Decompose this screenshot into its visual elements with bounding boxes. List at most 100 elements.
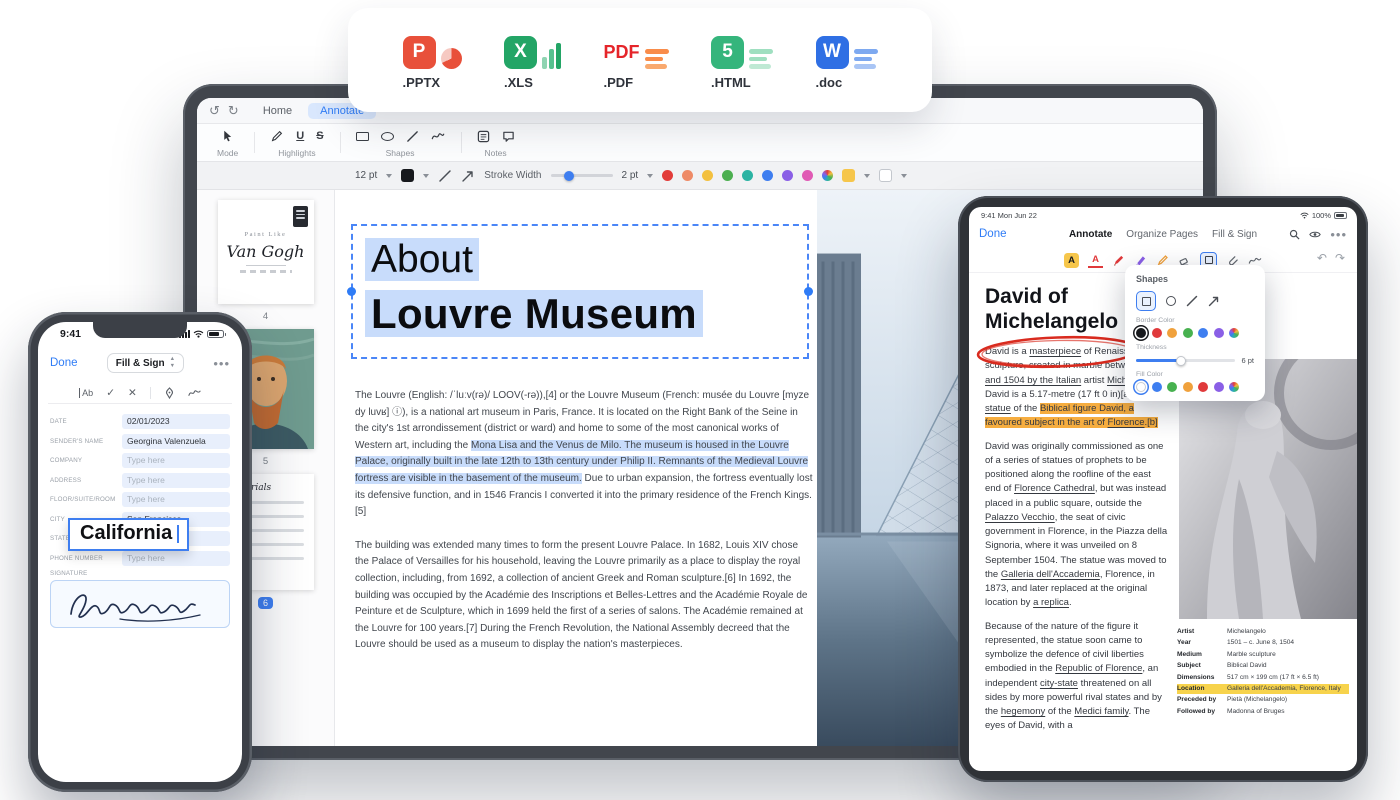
mode-selector[interactable]: Fill & Sign ▲▼ [107, 353, 184, 373]
fill-color-wheel-icon[interactable] [1229, 382, 1239, 392]
undo-icon[interactable]: ↺ [209, 104, 220, 117]
thickness-slider-knob[interactable] [1176, 356, 1186, 366]
pen-nib-tool-icon[interactable] [164, 387, 175, 399]
rectangle-tool-icon[interactable] [356, 132, 369, 141]
ipad-more-icon[interactable]: ••• [1330, 227, 1347, 242]
ipad-tab-organize-pages[interactable]: Organize Pages [1126, 229, 1198, 240]
selection-handle-right[interactable] [804, 287, 813, 296]
arrow-shape-option[interactable] [1208, 295, 1220, 307]
xls-icon: X [504, 36, 537, 69]
fill-color-red[interactable] [1198, 382, 1208, 392]
palette-color-red[interactable] [662, 170, 673, 181]
iphone-more-icon[interactable]: ••• [213, 356, 230, 371]
thickness-slider[interactable] [1136, 359, 1235, 362]
palette-color-yellow[interactable] [702, 170, 713, 181]
border-color-orange[interactable] [1167, 328, 1177, 338]
address-field[interactable]: Type here [122, 473, 230, 488]
fill-color-green[interactable] [1167, 382, 1177, 392]
border-color-purple[interactable] [1214, 328, 1224, 338]
border-color-red[interactable] [1152, 328, 1162, 338]
strikethrough-tool-icon[interactable]: S [316, 130, 323, 142]
font-size-value[interactable]: 12 pt [355, 170, 377, 181]
highlight-color-chevron-icon[interactable] [864, 174, 870, 178]
ink-color-chevron-icon[interactable] [423, 174, 429, 178]
palette-color-magenta[interactable] [802, 170, 813, 181]
comment-icon[interactable] [502, 130, 515, 143]
circle-shape-option[interactable] [1166, 296, 1176, 306]
fill-color-swatch[interactable] [879, 169, 892, 182]
freehand-tool-icon[interactable] [431, 130, 445, 142]
title-selection-box[interactable]: About Louvre Museum [351, 224, 809, 359]
note-icon[interactable] [477, 130, 490, 143]
selection-handle-left[interactable] [347, 287, 356, 296]
highlighter-icon[interactable] [270, 129, 284, 143]
battery-percent: 100% [1312, 211, 1331, 220]
eye-icon[interactable] [1309, 230, 1321, 239]
page-thumbnail-cover[interactable]: Paint Like Van Gogh [218, 200, 314, 304]
fill-color-orange[interactable] [1183, 382, 1193, 392]
border-color-green[interactable] [1183, 328, 1193, 338]
floor-suite-room-field[interactable]: Type here [122, 492, 230, 507]
search-icon[interactable] [1289, 229, 1300, 240]
border-color-black-selected[interactable] [1136, 328, 1146, 338]
fill-color-purple[interactable] [1214, 382, 1224, 392]
cover-title: Van Gogh [227, 242, 305, 261]
date-field[interactable]: 02/01/2023 [122, 414, 230, 429]
text-field-tool-icon[interactable]: Ab [79, 388, 93, 398]
stroke-width-slider[interactable] [551, 174, 613, 177]
ink-color-swatch[interactable] [401, 169, 414, 182]
iphone-done-button[interactable]: Done [50, 357, 78, 369]
stroke-width-value[interactable]: 2 pt [622, 170, 639, 181]
text-color-tool-icon[interactable]: A [1088, 253, 1103, 268]
phone-number-field[interactable]: Type here [122, 551, 230, 566]
fill-color-none-selected[interactable] [1136, 382, 1146, 392]
palette-color-coral[interactable] [682, 170, 693, 181]
palette-color-blue[interactable] [762, 170, 773, 181]
sender-name-field[interactable]: Georgina Valenzuela [122, 434, 230, 449]
ipad-redo-icon[interactable]: ↷ [1335, 252, 1345, 264]
ipad-tab-annotate[interactable]: Annotate [1069, 229, 1112, 240]
david-title: David of Michelangelo [985, 285, 1118, 335]
palette-color-green[interactable] [722, 170, 733, 181]
fill-color-blue[interactable] [1152, 382, 1162, 392]
highlight-text-tool-icon[interactable]: A [1064, 253, 1079, 268]
cursor-icon[interactable] [221, 129, 234, 143]
shapes-popover-title: Shapes [1136, 274, 1254, 284]
palette-color-teal[interactable] [742, 170, 753, 181]
ipad-done-button[interactable]: Done [979, 228, 1007, 240]
tab-home[interactable]: Home [263, 105, 292, 117]
stroke-width-chevron-icon[interactable] [647, 174, 653, 178]
underline-tool-icon[interactable]: U [296, 130, 304, 142]
mode-group[interactable]: Mode [201, 124, 254, 161]
signature-tool-icon[interactable] [1248, 255, 1262, 266]
pdf-label: .PDF [604, 75, 634, 90]
line-tool-icon[interactable] [406, 130, 419, 143]
redo-icon[interactable]: ↻ [228, 104, 239, 117]
square-shape-option-selected[interactable] [1136, 291, 1156, 311]
california-text-annotation[interactable]: California [68, 518, 189, 551]
page-number-5: 5 [263, 456, 268, 467]
cross-tool-icon[interactable]: ✕ [128, 387, 137, 399]
ellipse-tool-icon[interactable] [381, 132, 394, 141]
bar-chart-icon [542, 43, 561, 69]
line-shape-option[interactable] [1186, 295, 1198, 307]
border-color-wheel-icon[interactable] [1229, 328, 1239, 338]
highlight-color-swatch[interactable] [842, 169, 855, 182]
ipad-undo-icon[interactable]: ↶ [1317, 252, 1327, 264]
checkmark-tool-icon[interactable]: ✓ [106, 387, 115, 399]
stroke-width-slider-knob[interactable] [564, 171, 574, 181]
custom-color-wheel-icon[interactable] [822, 170, 833, 181]
pen-tool-icon[interactable] [1112, 254, 1125, 267]
meta-row: Dimensions517 cm × 199 cm (17 ft × 6.5 f… [1177, 673, 1349, 683]
signature-box[interactable] [50, 580, 230, 628]
fill-color-chevron-icon[interactable] [901, 174, 907, 178]
arrow-style-icon[interactable] [461, 169, 475, 183]
iphone-screen: 9:41 Done Fill & Sign ▲▼ ••• Ab [38, 322, 242, 782]
line-style-icon[interactable] [438, 169, 452, 183]
border-color-blue[interactable] [1198, 328, 1208, 338]
company-field[interactable]: Type here [122, 453, 230, 468]
signature-scribble-tool-icon[interactable] [188, 388, 201, 398]
ipad-tab-fill-sign[interactable]: Fill & Sign [1212, 229, 1257, 240]
palette-color-purple[interactable] [782, 170, 793, 181]
font-size-chevron-icon[interactable] [386, 174, 392, 178]
